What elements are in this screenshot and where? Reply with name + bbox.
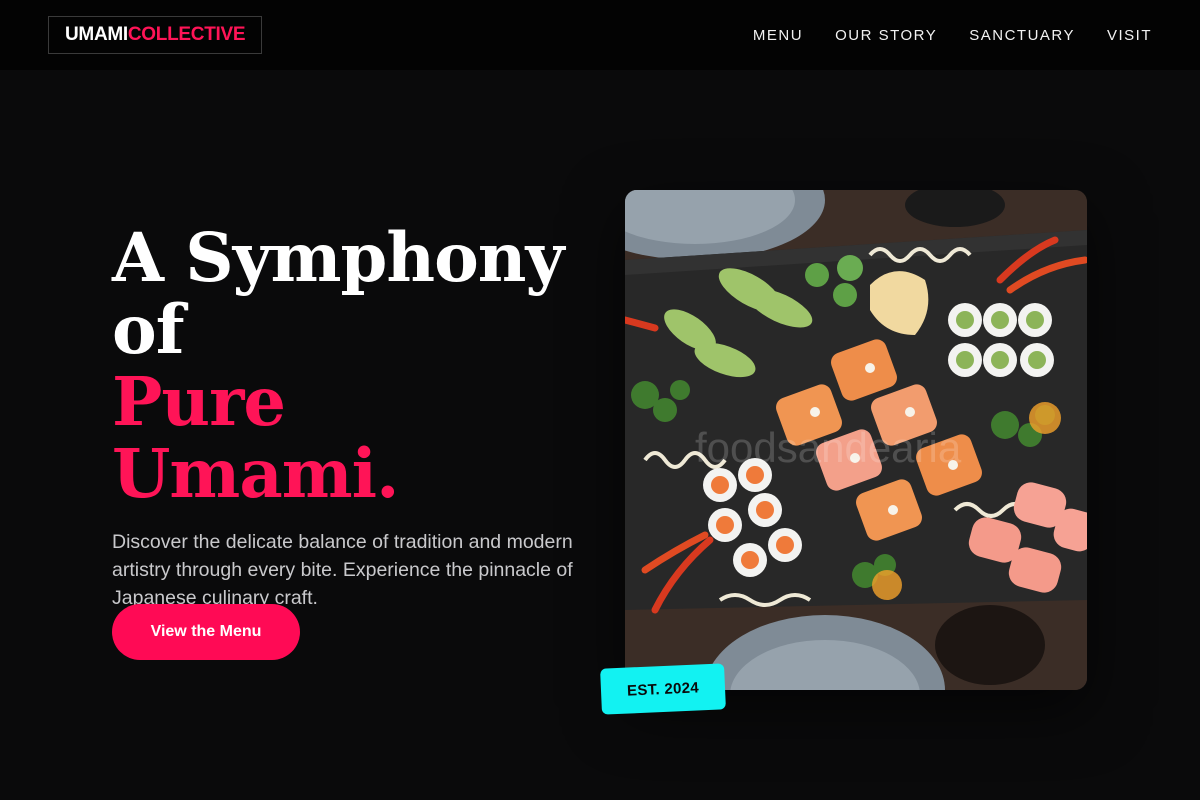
nav-item-sanctuary[interactable]: SANCTUARY (969, 27, 1075, 44)
brand-logo[interactable]: UMAMI COLLECTIVE (48, 16, 263, 54)
headline-line-2: of (112, 290, 185, 369)
nav-item-menu[interactable]: MENU (753, 27, 803, 44)
headline-line-1: A Symphony (112, 218, 564, 297)
headline-accent: Pure Umami. (112, 362, 399, 513)
sushi-photo: foodsandearia (625, 190, 1087, 690)
brand-logo-part-1: UMAMI (65, 24, 128, 45)
nav-item-our-story[interactable]: OUR STORY (835, 27, 937, 44)
hero-description: Discover the delicate balance of traditi… (112, 531, 573, 609)
top-navigation-bar: UMAMI COLLECTIVE MENU OUR STORY SANCTUARY… (0, 0, 1200, 70)
hero-headline: A Symphony of Pure Umami. (112, 222, 592, 510)
main-nav: MENU OUR STORY SANCTUARY VISIT (753, 27, 1152, 44)
nav-item-visit[interactable]: VISIT (1107, 27, 1152, 44)
brand-logo-part-2: COLLECTIVE (127, 24, 246, 45)
established-badge: EST. 2024 (600, 663, 726, 715)
hero-section: A Symphony of Pure Umami. Discover the d… (112, 222, 592, 612)
photo-watermark: foodsandearia (695, 424, 962, 471)
view-menu-button[interactable]: View the Menu (112, 604, 300, 660)
sushi-platter-image: foodsandearia (625, 190, 1087, 690)
